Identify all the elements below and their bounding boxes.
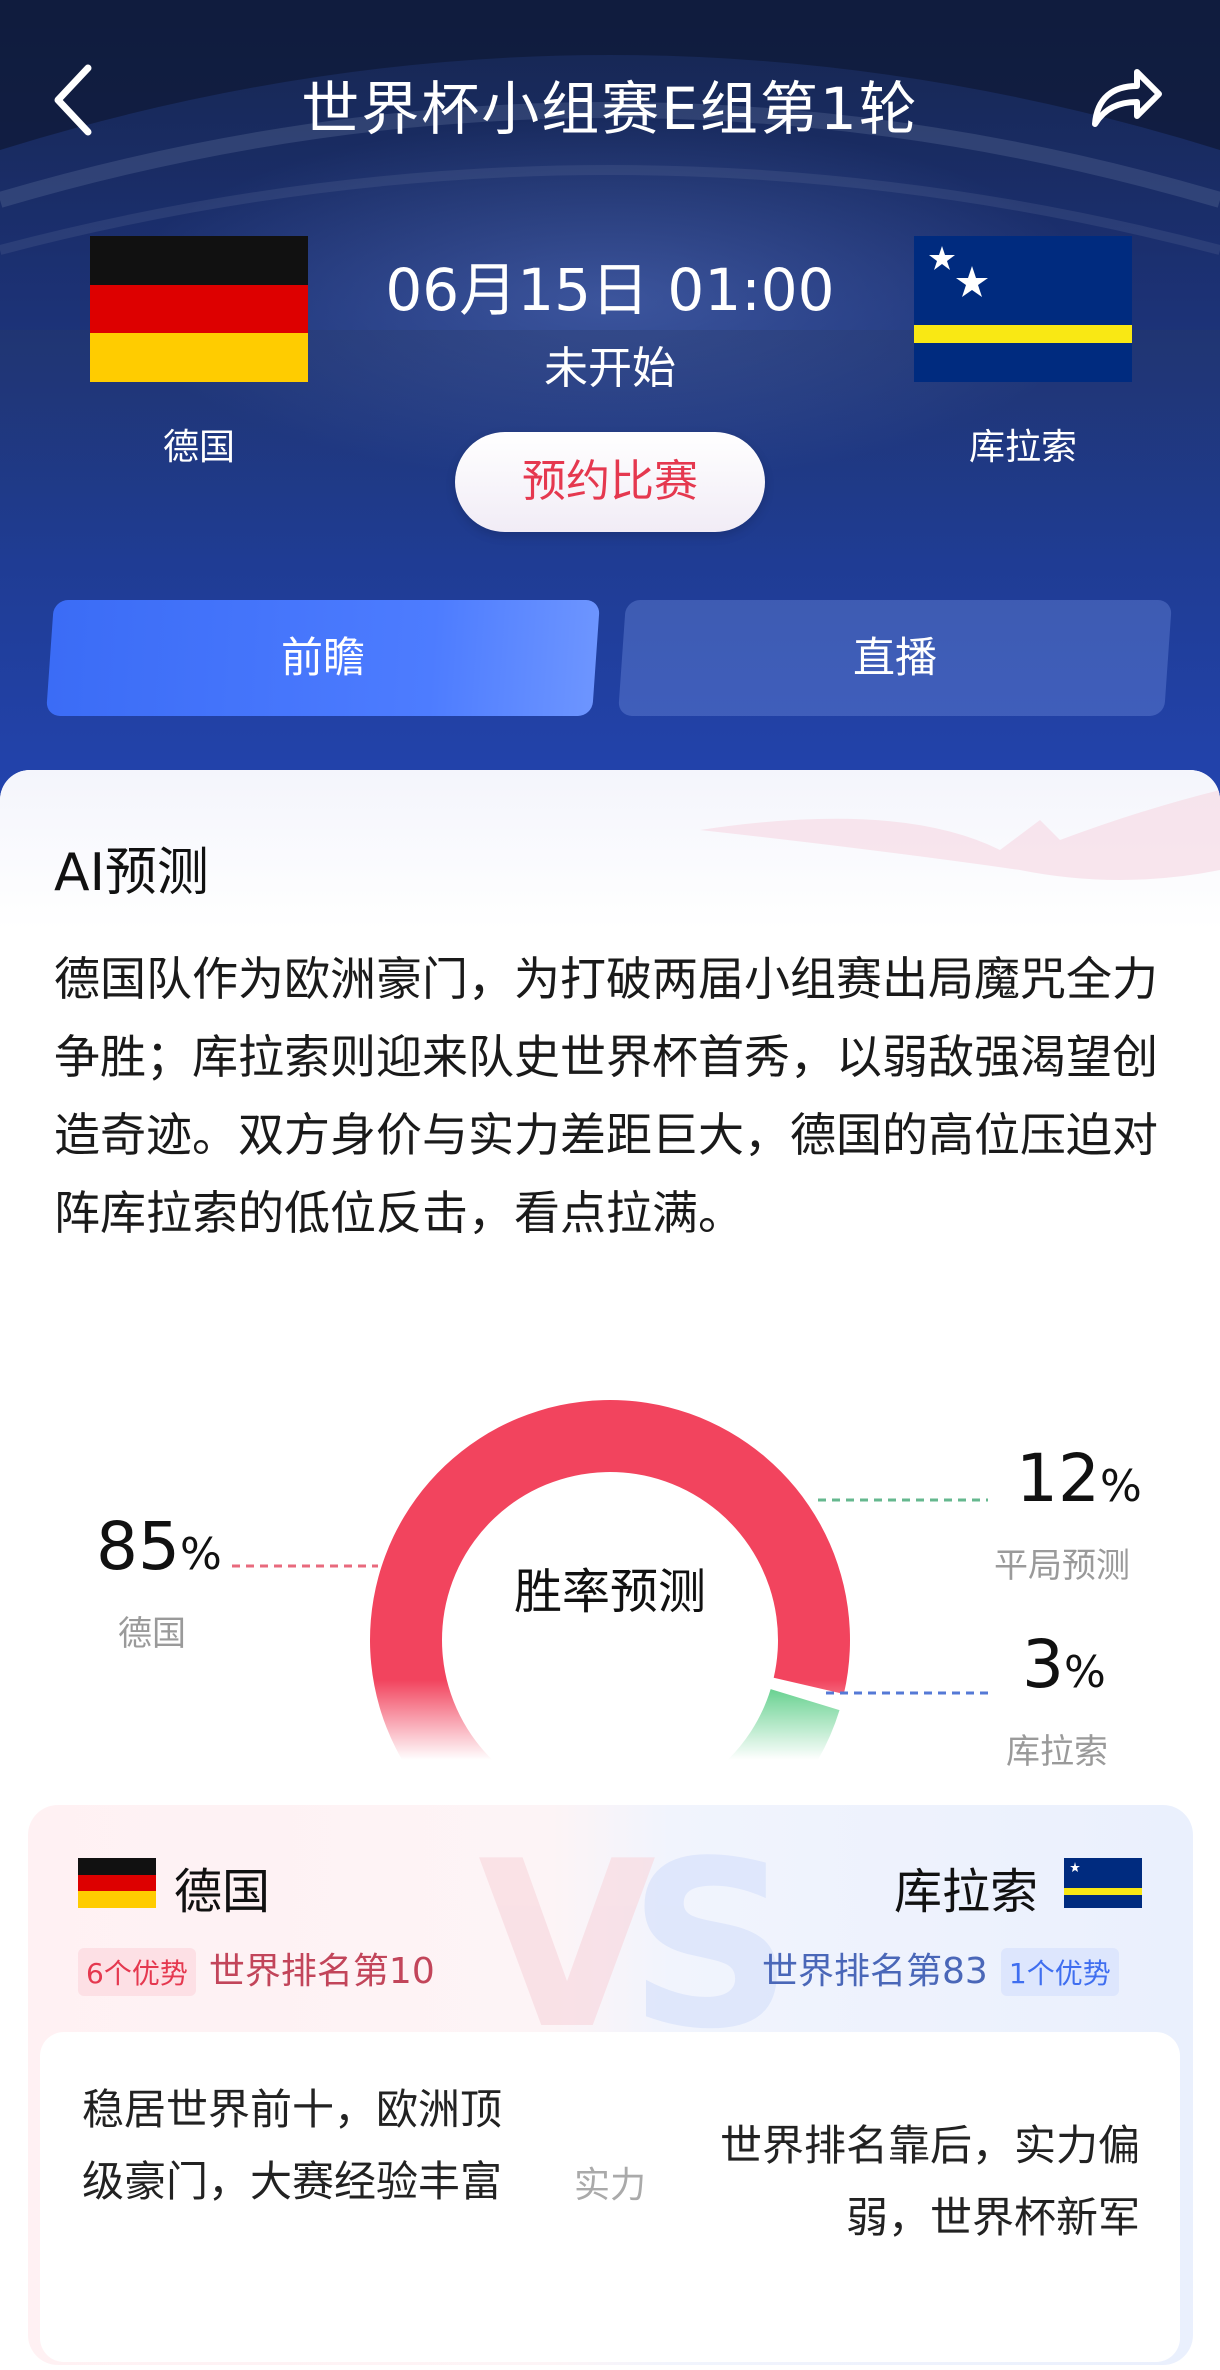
away-rank: 世界排名第83 [762, 1951, 988, 1992]
decor-wave-icon [700, 790, 1220, 880]
home-rank: 世界排名第10 [208, 1951, 435, 1992]
tab-preview[interactable]: 前瞻 [45, 600, 601, 716]
tab-live-label: 直播 [852, 633, 937, 682]
compare-home-name: 德国 [174, 1864, 271, 1920]
ai-analysis-text: 德国队作为欧洲豪门，为打破两届小组赛出局魔咒全力争胜；库拉索则迎来队史世界杯首秀… [54, 952, 1158, 1240]
compare-away-name: 库拉索 [894, 1864, 1039, 1920]
draw-label: 平局预测 [994, 1546, 1130, 1586]
tab-live[interactable]: 直播 [617, 600, 1173, 716]
away-win-percent: 3% [1022, 1626, 1106, 1703]
away-team-name: 库拉索 [968, 427, 1077, 468]
share-button[interactable] [1085, 62, 1165, 132]
draw-percent: 12% [1016, 1440, 1142, 1517]
page-title: 世界杯小组赛E组第1轮 [301, 75, 919, 143]
away-advantage-badge: 1个优势 [1000, 1948, 1119, 1996]
home-win-label: 德国 [118, 1614, 186, 1654]
away-win-label: 库拉索 [1006, 1732, 1108, 1772]
match-hero: 世界杯小组赛E组第1轮 德国 06月15日 01:00 未开始 库拉索 预约比赛… [0, 0, 1220, 820]
reserve-match-button[interactable]: 预约比赛 [455, 432, 765, 532]
curacao-flag-small [1064, 1858, 1142, 1908]
germany-flag-small [78, 1858, 156, 1908]
home-advantage-badge: 6个优势 [78, 1948, 196, 1996]
tab-preview-label: 前瞻 [280, 633, 365, 682]
away-strength-text: 世界排名靠后，实力偏弱，世界杯新军 [719, 2121, 1140, 2242]
vs-watermark-icon: V S [478, 1825, 794, 2065]
home-win-percent: 85% [96, 1508, 222, 1585]
home-advantage-row: 6个优势 世界排名第10 [78, 1942, 435, 1996]
share-icon [1092, 69, 1162, 127]
home-team-name: 德国 [162, 427, 235, 468]
curacao-flag [914, 236, 1132, 382]
ai-title: AI预测 [54, 843, 209, 903]
away-advantage-row: 世界排名第83 1个优势 [762, 1942, 1119, 1996]
